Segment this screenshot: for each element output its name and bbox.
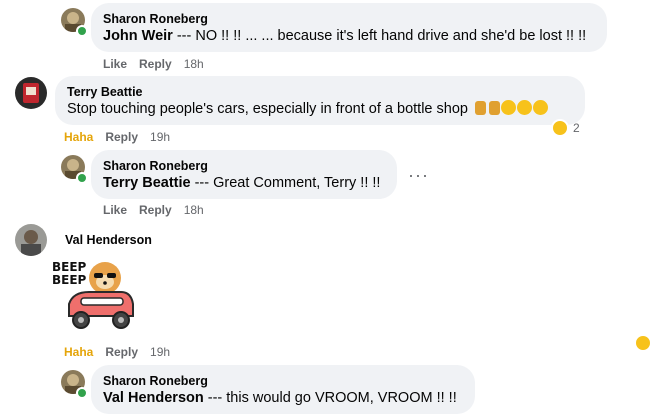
laughing-face-icon — [501, 100, 516, 115]
comment-body: --- NO !! !! ... ... because it's left h… — [172, 28, 587, 44]
like-button[interactable]: Like — [103, 57, 127, 71]
timestamp[interactable]: 19h — [150, 130, 170, 144]
comment-author[interactable]: Sharon Roneberg — [103, 11, 595, 27]
reply-button[interactable]: Reply — [105, 345, 138, 359]
comment-actions: Haha Reply 19h — [64, 130, 170, 144]
timestamp[interactable]: 18h — [184, 57, 204, 71]
haha-reaction-button[interactable]: Haha — [64, 345, 93, 359]
comment-body: --- this would go VROOM, VROOM !! !! — [203, 390, 457, 406]
reply-button[interactable]: Reply — [105, 130, 138, 144]
comment-author[interactable]: Terry Beattie — [67, 84, 573, 100]
haha-reaction-icon[interactable] — [634, 334, 650, 352]
reply-button[interactable]: Reply — [139, 203, 172, 217]
comment-bubble: Sharon Roneberg John Weir --- NO !! !! .… — [91, 3, 607, 52]
comment-bubble: Sharon Roneberg Terry Beattie --- Great … — [91, 150, 397, 199]
comment-actions: Like Reply 18h — [103, 203, 204, 217]
haha-reaction-icon — [551, 119, 569, 137]
comment-bubble: Terry Beattie Stop touching people's car… — [55, 76, 585, 125]
comment-author[interactable]: Sharon Roneberg — [103, 158, 385, 174]
comment-actions: Like Reply 18h — [103, 57, 204, 71]
comment-body: --- Great Comment, Terry !! !! — [190, 175, 381, 191]
comment-text: Stop touching people's cars, especially … — [67, 100, 573, 119]
haha-reaction-button[interactable]: Haha — [64, 130, 93, 144]
avatar[interactable] — [15, 77, 47, 109]
comment-author[interactable]: Sharon Roneberg — [103, 373, 463, 389]
reply-button[interactable]: Reply — [139, 57, 172, 71]
comment-bubble: Sharon Roneberg Val Henderson --- this w… — [91, 365, 475, 414]
online-status-icon — [76, 25, 88, 37]
sticker-text: BEEP — [52, 273, 87, 287]
comment-text: Terry Beattie --- Great Comment, Terry !… — [103, 174, 385, 193]
like-button[interactable]: Like — [103, 203, 127, 217]
sticker-image: BEEP BEEP — [51, 256, 137, 338]
comment-actions: Haha Reply 19h — [64, 345, 170, 359]
mention-link[interactable]: John Weir — [103, 28, 173, 44]
reaction-number: 2 — [573, 121, 580, 135]
mention-link[interactable]: Terry Beattie — [103, 175, 191, 191]
avatar[interactable] — [15, 224, 47, 256]
reaction-count[interactable]: 2 — [551, 119, 580, 137]
beer-mug-icon — [475, 101, 486, 115]
more-options-button[interactable]: ··· — [408, 166, 429, 184]
laughing-face-icon — [533, 100, 548, 115]
online-status-icon — [76, 172, 88, 184]
comment-text: John Weir --- NO !! !! ... ... because i… — [103, 27, 595, 46]
timestamp[interactable]: 18h — [184, 203, 204, 217]
laughing-face-icon — [517, 100, 532, 115]
mention-link[interactable]: Val Henderson — [103, 390, 204, 406]
comment-body: Stop touching people's cars, especially … — [67, 101, 468, 117]
comment-author[interactable]: Val Henderson — [65, 232, 152, 248]
online-status-icon — [76, 387, 88, 399]
comment-text: Val Henderson --- this would go VROOM, V… — [103, 389, 463, 408]
timestamp[interactable]: 19h — [150, 345, 170, 359]
beer-mug-icon — [489, 101, 500, 115]
